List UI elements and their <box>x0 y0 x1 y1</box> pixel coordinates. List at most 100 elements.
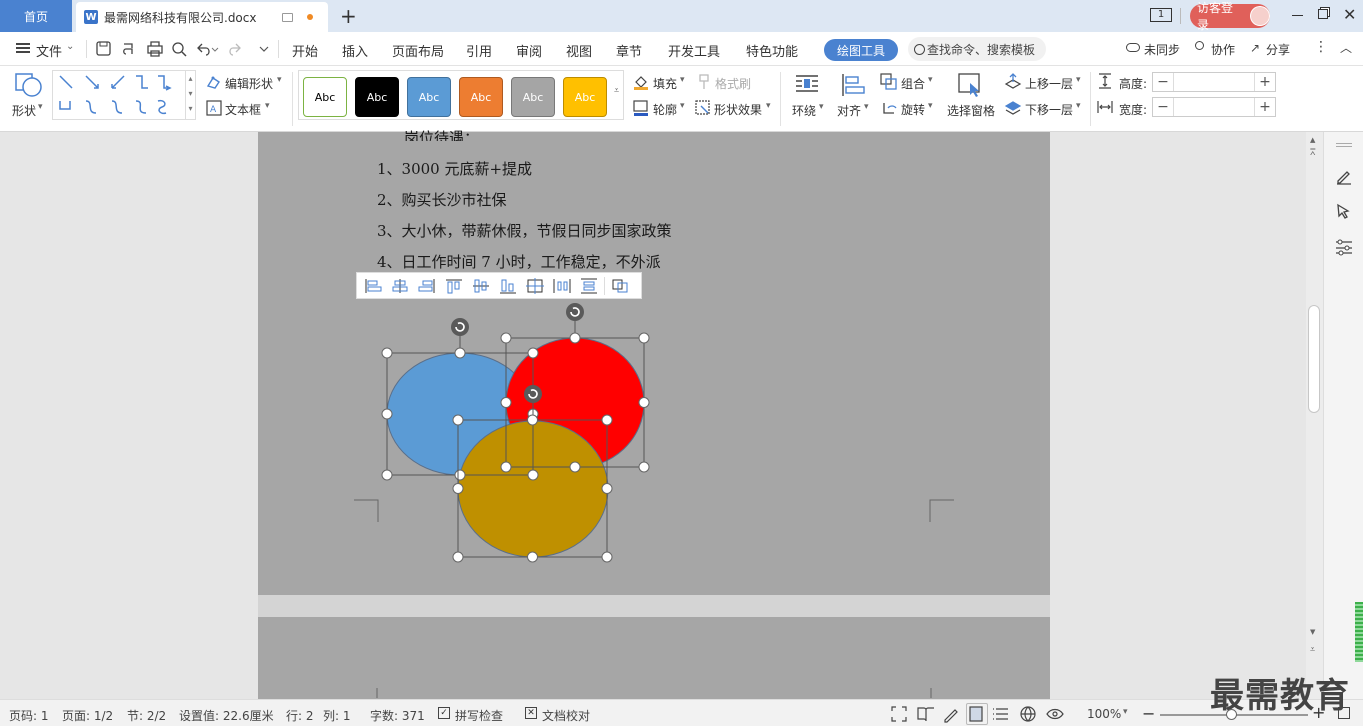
doc-line[interactable]: 4、日工作时间 7 小时，工作稳定，不外派 <box>377 251 661 272</box>
resize-handle[interactable] <box>452 483 464 494</box>
sidebar-scroll-indicator[interactable] <box>1355 602 1363 662</box>
sidebar-handle-icon[interactable] <box>1336 143 1352 147</box>
status-page-number[interactable]: 页码: 1 <box>9 707 49 724</box>
resize-handle[interactable] <box>527 347 539 359</box>
share-button[interactable]: 分享 <box>1266 41 1290 58</box>
align-middle-icon[interactable] <box>469 275 493 297</box>
distribute-vertical-icon[interactable] <box>577 275 601 297</box>
monitor-icon[interactable] <box>282 12 294 22</box>
center-page-icon[interactable] <box>523 275 547 297</box>
scroll-bottom-icon[interactable]: ⩡ <box>1310 645 1315 655</box>
increment-button[interactable]: + <box>1255 74 1275 90</box>
tab-start[interactable]: 开始 <box>292 41 318 60</box>
tab-view[interactable]: 视图 <box>566 41 592 60</box>
scroll-thumb[interactable] <box>1308 305 1320 413</box>
resize-handle[interactable] <box>527 551 538 563</box>
doc-line[interactable]: 1、3000 元底薪+提成 <box>377 158 532 179</box>
tab-chapter[interactable]: 章节 <box>616 41 642 60</box>
shapes-button[interactable]: 形状 <box>12 102 36 119</box>
status-pages[interactable]: 页面: 1/2 <box>62 707 113 724</box>
fit-window-icon[interactable] <box>1338 707 1350 719</box>
login-button[interactable]: 访客登录 <box>1190 1 1270 32</box>
menu-file[interactable]: 文件 <box>36 41 62 60</box>
align-right-icon[interactable] <box>415 275 439 297</box>
tab-developer[interactable]: 开发工具 <box>668 41 720 60</box>
rotate-button[interactable]: 旋转 <box>901 101 925 118</box>
search-input[interactable]: 查找命令、搜索模板 <box>908 37 1046 61</box>
align-top-icon[interactable] <box>442 275 466 297</box>
resize-handle[interactable] <box>569 461 581 473</box>
increment-button[interactable]: + <box>1255 99 1275 115</box>
resize-handle[interactable] <box>527 469 539 481</box>
zoom-in-button[interactable]: + <box>1312 703 1325 722</box>
resize-handle[interactable] <box>452 414 464 426</box>
collapse-ribbon-icon[interactable]: ︿ <box>1340 39 1352 56</box>
shape-group[interactable] <box>370 300 670 575</box>
page-2[interactable] <box>258 617 1050 699</box>
resize-handle[interactable] <box>381 347 393 359</box>
close-icon[interactable]: ✕ <box>1343 5 1356 24</box>
zoom-out-button[interactable]: − <box>1142 704 1155 723</box>
align-button[interactable]: 对齐 <box>837 102 861 119</box>
tab-insert[interactable]: 插入 <box>342 41 368 60</box>
page-indicator-icon[interactable]: 1 <box>1150 8 1172 22</box>
height-stepper[interactable]: − + <box>1152 72 1276 92</box>
shape-style-swatch[interactable]: Abc <box>511 77 555 117</box>
new-tab-button[interactable]: + <box>340 4 357 28</box>
resize-handle[interactable] <box>454 347 466 359</box>
align-bottom-icon[interactable] <box>496 275 520 297</box>
shape-effect-button[interactable]: 形状效果 <box>714 101 762 118</box>
decrement-button[interactable]: − <box>1153 74 1173 90</box>
gallery-scroll[interactable]: ▴ ▾ ▾ <box>185 71 195 119</box>
zoom-level[interactable]: 100% <box>1087 707 1121 721</box>
scroll-down-icon[interactable]: ▼ <box>1310 628 1315 636</box>
resize-handle[interactable] <box>601 483 613 494</box>
resize-handle[interactable] <box>527 414 538 426</box>
tab-drawing-tools[interactable]: 绘图工具 <box>824 39 898 61</box>
tab-review[interactable]: 审阅 <box>516 41 542 60</box>
tab-references[interactable]: 引用 <box>466 41 492 60</box>
status-setting[interactable]: 设置值: 22.6厘米 <box>179 707 274 724</box>
status-section[interactable]: 节: 2/2 <box>127 707 166 724</box>
shape-style-swatch[interactable]: Abc <box>459 77 503 117</box>
collab-button[interactable]: 协作 <box>1211 41 1235 58</box>
width-stepper[interactable]: − + <box>1152 97 1276 117</box>
text-box-button[interactable]: 文本框 <box>225 101 261 118</box>
resize-handle[interactable] <box>638 461 650 473</box>
wrap-button[interactable]: 环绕 <box>792 102 816 119</box>
resize-handle[interactable] <box>381 408 393 420</box>
shape-style-swatch[interactable]: Abc <box>303 77 347 117</box>
group-button[interactable]: 组合 <box>901 75 925 92</box>
shape-style-swatch[interactable]: Abc <box>407 77 451 117</box>
resize-handle[interactable] <box>381 469 393 481</box>
doc-line[interactable]: 岗位待遇： <box>404 127 479 141</box>
doc-line[interactable]: 2、购买长沙市社保 <box>377 189 507 210</box>
resize-handle[interactable] <box>500 397 512 408</box>
resize-handle[interactable] <box>452 551 464 563</box>
doc-line[interactable]: 3、大小休，带薪休假，节假日同步国家政策 <box>377 220 672 241</box>
tab-home[interactable]: 首页 <box>0 0 72 32</box>
fill-button[interactable]: 填充 <box>653 75 677 92</box>
shape-style-swatch[interactable]: Abc <box>563 77 607 117</box>
more-icon[interactable]: ⋮ <box>1314 39 1328 55</box>
spell-check-button[interactable]: 拼写检查 <box>455 707 503 724</box>
resize-handle[interactable] <box>601 551 613 563</box>
resize-handle[interactable] <box>638 397 650 408</box>
edit-shape-button[interactable]: 编辑形状 <box>225 75 273 92</box>
shape-style-swatch[interactable]: Abc <box>355 77 399 117</box>
arrange-icon[interactable] <box>608 275 632 297</box>
rotate-handle-icon[interactable] <box>524 385 542 403</box>
minimize-icon[interactable] <box>1292 15 1303 16</box>
format-painter-button[interactable]: 格式刷 <box>715 75 751 92</box>
scroll-up-icon[interactable]: ▲ <box>1310 136 1315 144</box>
bring-forward-button[interactable]: 上移一层 <box>1025 75 1073 92</box>
selection-pane-button[interactable]: 选择窗格 <box>947 102 995 119</box>
decrement-button[interactable]: − <box>1153 99 1173 115</box>
zoom-slider-knob[interactable] <box>1226 709 1237 720</box>
restore-icon[interactable] <box>1318 9 1328 19</box>
vertical-scrollbar[interactable] <box>1306 132 1323 699</box>
pen-icon[interactable] <box>1335 167 1353 185</box>
resize-handle[interactable] <box>638 332 650 344</box>
status-column[interactable]: 列: 1 <box>323 707 351 724</box>
status-word-count[interactable]: 字数: 371 <box>370 707 425 724</box>
